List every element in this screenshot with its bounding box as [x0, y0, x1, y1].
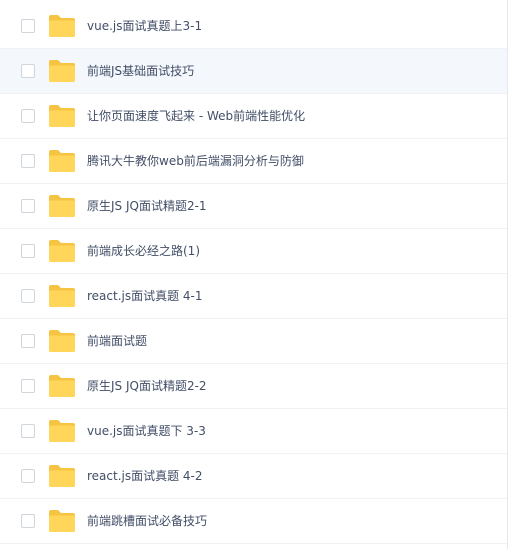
file-name[interactable]: 前端JS基础面试技巧 [87, 64, 194, 78]
list-item[interactable]: 前端面试题 [0, 319, 507, 364]
list-item[interactable]: react.js面试真题 4-1 [0, 274, 507, 319]
list-item[interactable]: 腾讯大牛教你web前后端漏洞分析与防御 [0, 139, 507, 184]
row-checkbox[interactable] [21, 378, 35, 393]
file-name[interactable]: 前端面试题 [87, 334, 147, 348]
list-item[interactable]: react.js面试真题 4-2 [0, 454, 507, 499]
folder-icon [48, 14, 76, 38]
file-list: vue.js面试真题上3-1 前端JS基础面试技巧让你页面速度飞起来 - Web前… [0, 0, 507, 549]
file-name[interactable]: 前端成长必经之路(1) [87, 244, 200, 258]
file-name[interactable]: 让你页面速度飞起来 - Web前端性能优化 [87, 109, 305, 123]
file-name[interactable]: vue.js面试真题下 3-3 [87, 424, 206, 438]
row-checkbox[interactable] [21, 333, 35, 348]
folder-icon [48, 509, 76, 533]
file-name[interactable]: vue.js面试真题上3-1 [87, 19, 202, 33]
folder-icon [48, 374, 76, 398]
folder-icon [48, 59, 76, 83]
row-checkbox[interactable] [21, 63, 35, 78]
row-checkbox[interactable] [21, 108, 35, 123]
file-name[interactable]: 原生JS JQ面试精题2-1 [87, 199, 207, 213]
folder-icon [48, 239, 76, 263]
row-checkbox[interactable] [21, 243, 35, 258]
row-checkbox[interactable] [21, 288, 35, 303]
file-name[interactable]: 原生JS JQ面试精题2-2 [87, 379, 207, 393]
folder-icon [48, 194, 76, 218]
list-item[interactable]: 前端JS基础面试技巧 [0, 49, 507, 94]
row-checkbox[interactable] [21, 18, 35, 33]
list-item[interactable]: 前端成长必经之路(1) [0, 229, 507, 274]
folder-icon [48, 284, 76, 308]
list-item[interactable]: 前端跳槽面试必备技巧 [0, 499, 507, 544]
row-checkbox[interactable] [21, 153, 35, 168]
file-name[interactable]: react.js面试真题 4-1 [87, 289, 203, 303]
row-checkbox[interactable] [21, 423, 35, 438]
row-checkbox[interactable] [21, 468, 35, 483]
row-checkbox[interactable] [21, 198, 35, 213]
file-name[interactable]: 前端跳槽面试必备技巧 [87, 514, 207, 528]
file-name[interactable]: react.js面试真题 4-2 [87, 469, 203, 483]
list-item[interactable]: 原生JS JQ面试精题2-1 [0, 184, 507, 229]
list-item[interactable]: vue.js面试真题上3-1 [0, 4, 507, 49]
row-checkbox[interactable] [21, 513, 35, 528]
list-item[interactable]: 让你页面速度飞起来 - Web前端性能优化 [0, 94, 507, 139]
folder-icon [48, 419, 76, 443]
folder-icon [48, 329, 76, 353]
list-item[interactable]: 原生JS JQ面试精题2-2 [0, 364, 507, 409]
folder-icon [48, 149, 76, 173]
list-item[interactable]: vue.js面试真题下 3-3 [0, 409, 507, 454]
folder-icon [48, 464, 76, 488]
file-name[interactable]: 腾讯大牛教你web前后端漏洞分析与防御 [87, 154, 304, 168]
folder-icon [48, 104, 76, 128]
